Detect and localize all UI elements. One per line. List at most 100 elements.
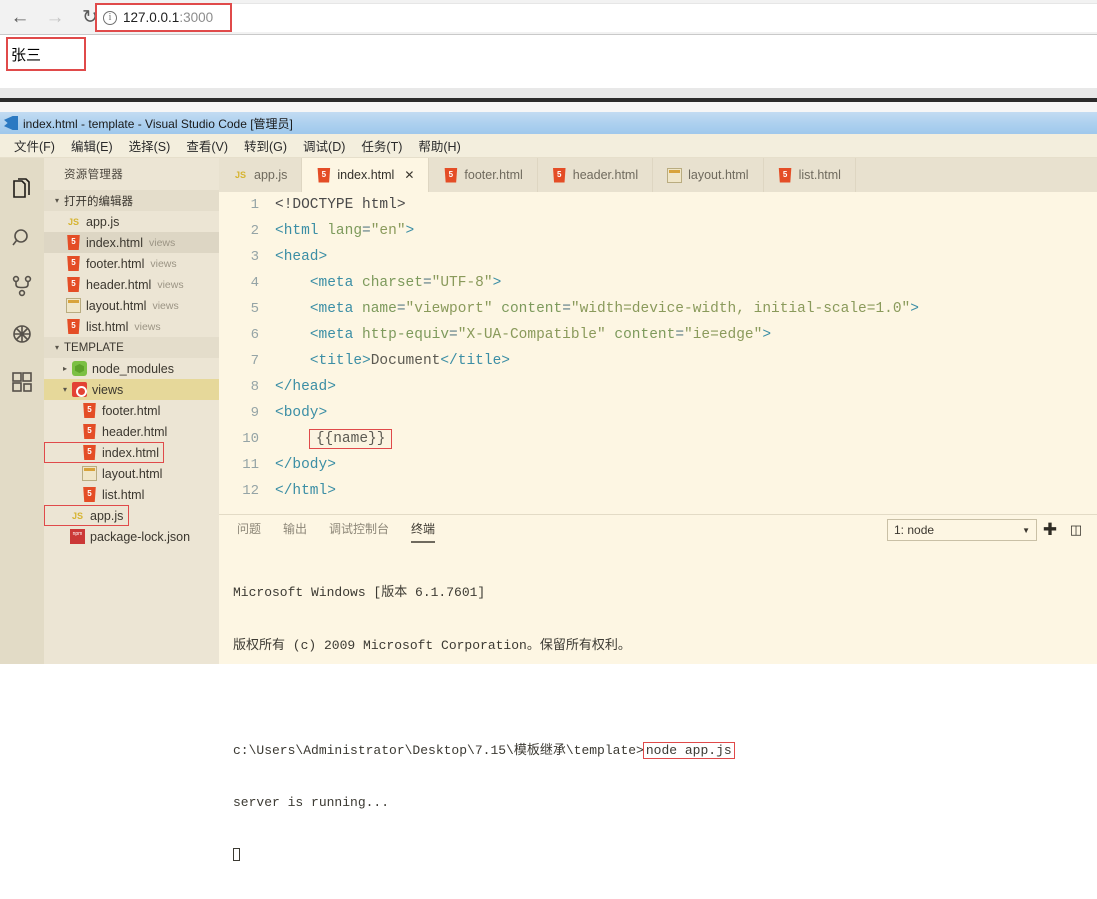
arrow-left-icon[interactable]: ← (5, 2, 35, 32)
close-icon[interactable]: ✕ (404, 168, 414, 182)
code-line: 9 <body> (219, 400, 1097, 426)
line-number: 7 (250, 353, 259, 369)
sidebar-title: 资源管理器 (64, 169, 123, 181)
file-app-js[interactable]: JS app.js (44, 505, 129, 526)
tab-header-html[interactable]: header.html (537, 158, 654, 192)
html-file-icon (444, 167, 458, 183)
rendered-name-text: 张三 (11, 46, 42, 64)
search-icon[interactable] (0, 214, 44, 262)
menubar: 文件(F) 编辑(E) 选择(S) 查看(V) 转到(G) 调试(D) 任务(T… (0, 134, 1097, 158)
code-line: 8 </head> (219, 374, 1097, 400)
file-footer-html[interactable]: footer.html (44, 400, 219, 421)
code-text: <meta http-equiv="X-UA-Compatible" conte… (309, 327, 772, 343)
tab-index-html[interactable]: index.html ✕ (302, 158, 430, 192)
js-file-icon: JS (67, 216, 79, 227)
tab-footer-html[interactable]: footer.html (429, 158, 538, 192)
html-file-icon (67, 235, 80, 250)
tab-list-html[interactable]: list.html (763, 158, 856, 192)
file-label: header.html (102, 424, 168, 439)
file-label: layout.html (86, 298, 147, 313)
tab-label: footer.html (464, 168, 523, 182)
menu-selection[interactable]: 选择(S) (121, 134, 179, 157)
split-terminal-icon[interactable]: ◫ (1063, 519, 1089, 541)
line-number: 6 (250, 327, 259, 343)
tab-layout-html[interactable]: layout.html (653, 158, 764, 192)
tab-label: index.html (337, 168, 395, 182)
code-text: </body> (275, 457, 336, 473)
address-bar-background (232, 3, 1097, 32)
layout-file-icon (667, 167, 683, 183)
browser-viewport: 张三 (0, 36, 1097, 88)
file-layout-html[interactable]: layout.html (44, 463, 219, 484)
open-editor-index-html[interactable]: index.html views (44, 232, 219, 253)
menu-go[interactable]: 转到(G) (236, 134, 295, 157)
panel-tab-terminal[interactable]: 终端 (411, 520, 436, 543)
code-text: </head> (275, 379, 336, 395)
code-text: <meta charset="UTF-8"> (309, 275, 502, 291)
file-label: list.html (102, 487, 145, 502)
arrow-right-icon[interactable]: → (40, 2, 70, 32)
file-package-lock-json[interactable]: package-lock.json (44, 526, 219, 547)
folder-views[interactable]: ▾ views (44, 379, 219, 400)
code-line: 6 <meta http-equiv="X-UA-Compatible" con… (219, 322, 1097, 348)
vscode-logo-icon (4, 116, 18, 130)
chevron-down-icon: ▾ (54, 196, 59, 205)
tab-app-js[interactable]: JS app.js (219, 158, 303, 192)
file-index-html[interactable]: index.html (44, 442, 164, 463)
line-number: 3 (250, 249, 259, 265)
menu-debug[interactable]: 调试(D) (295, 134, 353, 157)
terminal-prompt-path: c:\Users\Administrator\Desktop\7.15\模板继承… (233, 742, 644, 758)
panel-tab-problems[interactable]: 问题 (237, 520, 261, 541)
file-list-html[interactable]: list.html (44, 484, 219, 505)
explorer-icon[interactable] (0, 166, 44, 214)
info-circle-icon[interactable]: i (103, 10, 117, 25)
open-editor-list-html[interactable]: list.html views (44, 316, 219, 337)
tab-label: list.html (798, 168, 841, 182)
panel-tab-debug-console[interactable]: 调试控制台 (329, 520, 389, 541)
code-line: 4 <meta charset="UTF-8"> (219, 270, 1097, 296)
code-line: 2 <html lang="en"> (219, 218, 1097, 244)
source-control-icon[interactable] (0, 262, 44, 310)
panel-tab-output[interactable]: 输出 (283, 520, 307, 541)
code-editor[interactable]: 1 <!DOCTYPE html> 2 <html lang="en"> 3 <… (219, 192, 1097, 514)
vscode-body: 资源管理器 ▾ 打开的编辑器 JS app.js index.html view… (0, 158, 1097, 861)
file-label: list.html (86, 319, 129, 334)
open-editor-header-html[interactable]: header.html views (44, 274, 219, 295)
terminal-cursor (233, 847, 1097, 865)
terminal-prompt-line: c:\Users\Administrator\Desktop\7.15\模板继承… (233, 741, 1097, 760)
open-editor-layout-html[interactable]: layout.html views (44, 295, 219, 316)
terminal-select[interactable]: 1: node ▼ (887, 519, 1037, 541)
menu-tasks[interactable]: 任务(T) (353, 134, 410, 157)
file-label: app.js (86, 214, 120, 229)
code-line-highlighted: 10 {{name}} (219, 426, 1097, 452)
file-header-html[interactable]: header.html (44, 421, 219, 442)
section-open-editors[interactable]: ▾ 打开的编辑器 (44, 190, 219, 211)
menu-edit[interactable]: 编辑(E) (63, 134, 121, 157)
line-number: 9 (250, 405, 259, 421)
code-text: <html lang="en"> (275, 223, 415, 239)
code-text: <head> (275, 249, 328, 265)
plus-icon[interactable]: ✚ (1037, 519, 1063, 541)
views-folder-icon (72, 382, 87, 397)
html-file-icon (778, 167, 792, 183)
menu-help[interactable]: 帮助(H) (410, 134, 468, 157)
address-bar[interactable]: i 127.0.0.1:3000 (95, 3, 232, 32)
open-editor-app-js[interactable]: JS app.js (44, 211, 219, 232)
open-editor-footer-html[interactable]: footer.html views (44, 253, 219, 274)
menu-file[interactable]: 文件(F) (6, 134, 63, 157)
folder-node-modules[interactable]: ▸ node_modules (44, 358, 219, 379)
menu-view[interactable]: 查看(V) (178, 134, 236, 157)
section-workspace[interactable]: ▾ TEMPLATE (44, 337, 219, 358)
window-title: index.html - template - Visual Studio Co… (23, 116, 293, 131)
code-line: 3 <head> (219, 244, 1097, 270)
extensions-icon[interactable] (0, 358, 44, 406)
vscode-window: index.html - template - Visual Studio Co… (0, 112, 1097, 861)
code-text: </html> (275, 483, 336, 499)
debug-icon[interactable] (0, 310, 44, 358)
terminal-output[interactable]: Microsoft Windows [版本 6.1.7601] 版权所有 (c)… (219, 545, 1097, 861)
terminal-status-line: server is running... (233, 795, 390, 810)
html-file-icon (83, 487, 96, 502)
line-number: 10 (242, 431, 259, 447)
browser-window: ← → ↻ i 127.0.0.1:3000 张三 (0, 0, 1097, 96)
line-number: 4 (250, 275, 259, 291)
